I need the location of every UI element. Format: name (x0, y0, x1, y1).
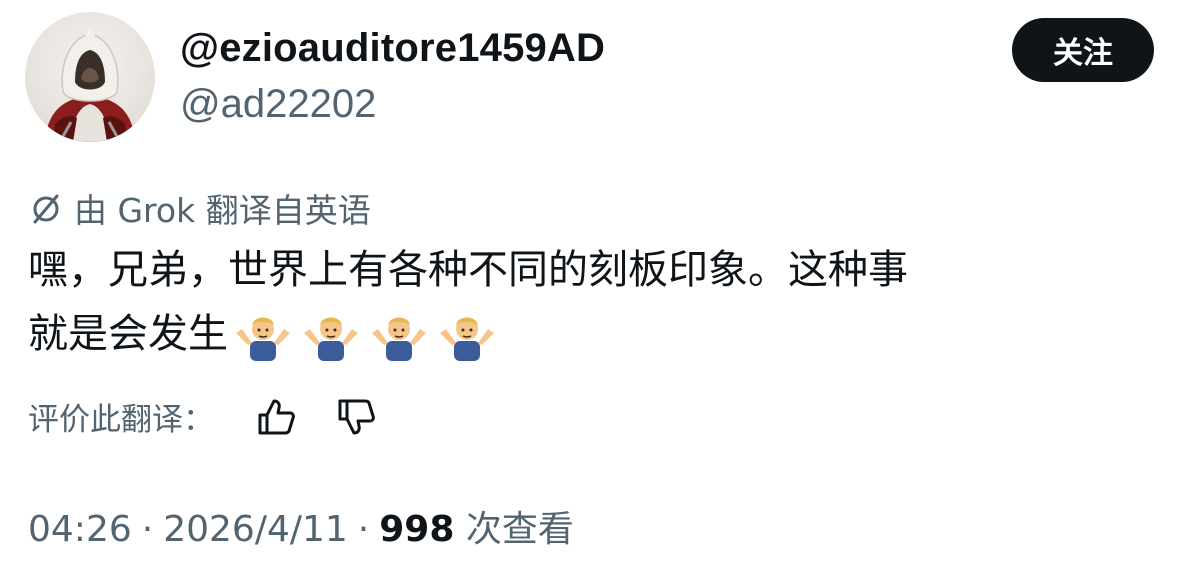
rate-translation: 评价此翻译： (28, 394, 378, 439)
tweet-text-line-2-text: 就是会发生 (28, 311, 228, 357)
hooded-assassin-avatar-icon (45, 26, 135, 142)
tweet-text-line-1: 嘿，兄弟，世界上有各种不同的刻板印象。这种事 (28, 247, 908, 293)
view-count-label: 次查看 (465, 509, 574, 550)
follow-button[interactable]: 关注 (1012, 18, 1154, 82)
tweet-meta: 04:26 · 2026/4/11 · 998 次查看 (28, 500, 574, 552)
tweet-text-line-2: 就是会发生 (28, 302, 1168, 366)
tweet-time[interactable]: 04:26 (28, 509, 132, 550)
man-shrugging-emoji-icon (304, 317, 358, 361)
user-handle[interactable]: @ad22202 (180, 82, 376, 127)
translation-note[interactable]: 由 Grok 翻译自英语 (28, 184, 371, 232)
avatar[interactable] (25, 12, 155, 142)
translate-slash-icon (33, 194, 59, 224)
translation-note-text: 由 Grok 翻译自英语 (74, 191, 371, 230)
display-name[interactable]: @ezioauditore1459AD (180, 26, 605, 71)
man-shrugging-emoji-icon (236, 317, 290, 361)
thumbs-down-icon[interactable] (334, 395, 378, 439)
tweet-text: 嘿，兄弟，世界上有各种不同的刻板印象。这种事 就是会发生 (28, 238, 1168, 366)
separator-dot: · (141, 509, 154, 550)
rate-translation-label: 评价此翻译： (28, 402, 214, 438)
man-shrugging-emoji-icon (372, 317, 426, 361)
tweet-date[interactable]: 2026/4/11 (163, 509, 348, 550)
separator-dot: · (357, 509, 370, 550)
view-count[interactable]: 998 (379, 509, 454, 550)
emoji-group (232, 311, 498, 361)
thumbs-up-icon[interactable] (254, 395, 298, 439)
man-shrugging-emoji-icon (440, 317, 494, 361)
